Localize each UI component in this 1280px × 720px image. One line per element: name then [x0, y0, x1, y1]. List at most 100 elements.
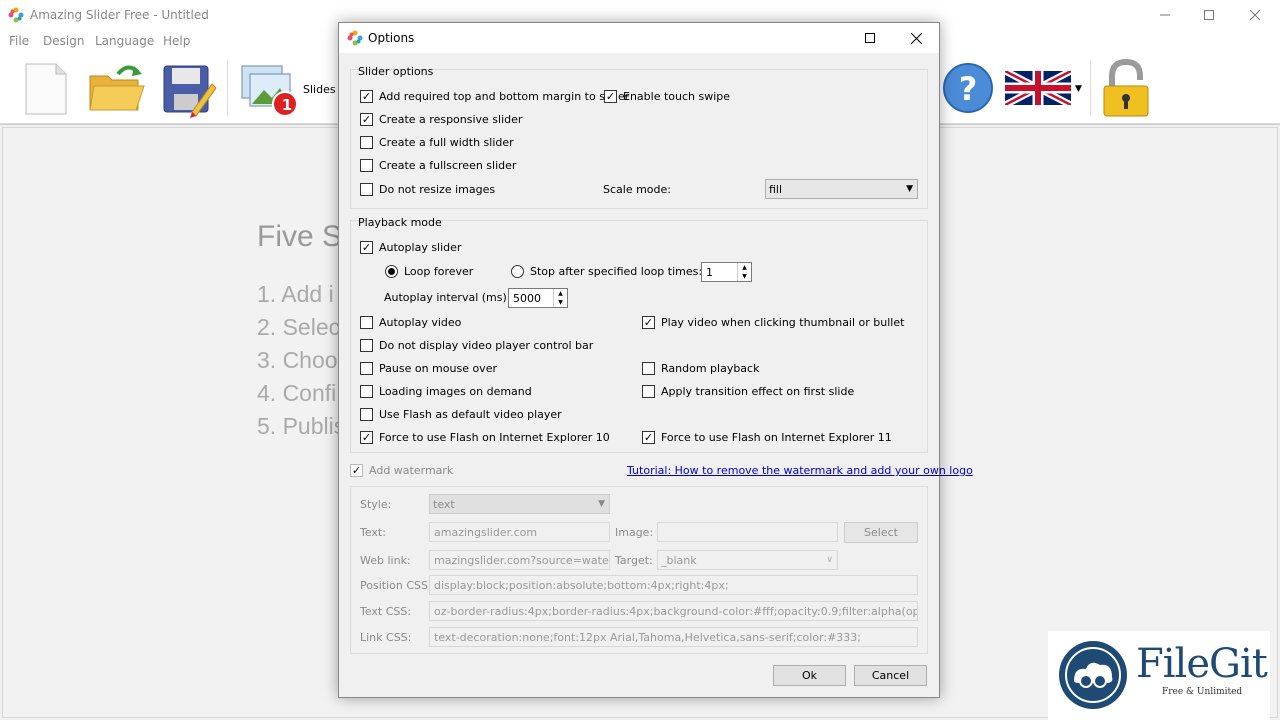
checkbox-box[interactable] [360, 316, 373, 329]
checkbox-label: Apply transition effect on first slide [661, 385, 855, 398]
text-label: Text: [360, 526, 386, 539]
scale-mode-value: fill [769, 182, 783, 196]
flash-ie11-checkbox[interactable]: Force to use Flash on Internet Explorer … [642, 431, 892, 444]
checkbox-label: Autoplay slider [379, 241, 462, 254]
checkbox-label: Do not resize images [379, 183, 496, 196]
spinner-arrows-icon[interactable]: ▲ ▼ [737, 263, 751, 281]
radio-button[interactable] [511, 265, 524, 278]
add-watermark-checkbox[interactable]: Add watermark [350, 464, 453, 477]
ok-button[interactable]: Ok [773, 665, 846, 686]
transition-first-checkbox[interactable]: Apply transition effect on first slide [642, 385, 854, 398]
checkbox-box[interactable] [360, 241, 373, 254]
checkbox-label: Pause on mouse over [379, 362, 497, 375]
step-item: 5. Publis [257, 413, 346, 439]
stop-after-radio[interactable]: Stop after specified loop times: [511, 265, 702, 278]
select-image-button[interactable]: Select [844, 522, 918, 543]
checkbox-box[interactable] [642, 316, 655, 329]
flash-ie10-checkbox[interactable]: Force to use Flash on Internet Explorer … [360, 431, 610, 444]
checkbox-label: Force to use Flash on Internet Explorer … [379, 431, 610, 444]
dialog-maximize-icon[interactable] [847, 23, 893, 53]
cancel-button[interactable]: Cancel [854, 665, 927, 686]
loop-times-spinner[interactable]: 1 ▲ ▼ [701, 262, 752, 282]
spinner-arrows-icon[interactable]: ▲ ▼ [553, 289, 567, 307]
checkbox-label: Add watermark [369, 464, 454, 477]
touch-swipe-checkbox[interactable]: Enable touch swipe [604, 90, 730, 103]
responsive-checkbox[interactable]: Create a responsive slider [360, 113, 522, 126]
loop-forever-radio[interactable]: Loop forever [385, 265, 473, 278]
checkbox-box[interactable] [360, 159, 373, 172]
checkbox-label: Do not display video player control bar [379, 339, 594, 352]
link-css-field[interactable]: text-decoration:none;font:12px Arial,Tah… [429, 627, 918, 647]
target-label: Target: [615, 554, 653, 567]
radio-button[interactable] [385, 265, 398, 278]
step-item: 4. Confi [257, 380, 337, 406]
checkbox-box[interactable] [360, 113, 373, 126]
checkbox-box[interactable] [642, 385, 655, 398]
play-video-click-checkbox[interactable]: Play video when clicking thumbnail or bu… [642, 316, 904, 329]
uk-flag-icon[interactable] [1005, 71, 1071, 105]
menu-file[interactable]: File [9, 34, 29, 48]
checkbox-label: Create a responsive slider [379, 113, 523, 126]
save-icon[interactable] [162, 62, 218, 118]
checkbox-box[interactable] [642, 431, 655, 444]
pause-hover-checkbox[interactable]: Pause on mouse over [360, 362, 497, 375]
playback-mode-label: Playback mode [358, 216, 442, 229]
dialog-title: Options [368, 31, 415, 45]
checkbox-label: Autoplay video [379, 316, 462, 329]
loop-times-value: 1 [706, 265, 713, 279]
menu-help[interactable]: Help [163, 34, 190, 48]
checkbox-box[interactable] [360, 339, 373, 352]
language-dropdown-icon[interactable]: ▼ [1075, 84, 1082, 94]
checkbox-box[interactable] [360, 136, 373, 149]
autoplay-slider-checkbox[interactable]: Autoplay slider [360, 241, 461, 254]
use-flash-checkbox[interactable]: Use Flash as default video player [360, 408, 562, 421]
tutorial-link[interactable]: Tutorial: How to remove the watermark an… [627, 464, 973, 477]
open-folder-icon[interactable] [88, 62, 146, 114]
minimize-icon[interactable] [1142, 0, 1188, 30]
checkbox-box[interactable] [360, 385, 373, 398]
weblink-field[interactable]: mazingslider.com?source=watermark [429, 550, 610, 570]
scale-mode-select[interactable]: fill ▼ [765, 179, 918, 199]
style-select[interactable]: text ▼ [429, 494, 610, 514]
maximize-icon[interactable] [1186, 0, 1232, 30]
checkbox-box[interactable] [360, 362, 373, 375]
image-field[interactable] [657, 522, 838, 542]
workspace-steps: 1. Add i 2. Selec 3. Choo 4. Confi 5. Pu… [257, 278, 345, 443]
checkbox-label: Create a full width slider [379, 136, 514, 149]
chevron-down-icon: ▼ [598, 499, 605, 509]
random-playback-checkbox[interactable]: Random playback [642, 362, 759, 375]
lock-icon[interactable] [1100, 58, 1154, 120]
full-width-checkbox[interactable]: Create a full width slider [360, 136, 514, 149]
text-field[interactable]: amazingslider.com [429, 522, 610, 542]
checkbox-box[interactable] [360, 408, 373, 421]
checkbox-label: Loading images on demand [379, 385, 532, 398]
checkbox-box[interactable] [360, 183, 373, 196]
checkbox-label: Force to use Flash on Internet Explorer … [661, 431, 892, 444]
target-select[interactable]: _blank ∨ [657, 550, 838, 570]
checkbox-box[interactable] [360, 90, 373, 103]
autoplay-video-checkbox[interactable]: Autoplay video [360, 316, 461, 329]
interval-spinner[interactable]: 5000 ▲ ▼ [508, 288, 568, 308]
interval-value: 5000 [513, 291, 541, 305]
no-control-bar-checkbox[interactable]: Do not display video player control bar [360, 339, 593, 352]
close-icon[interactable] [1232, 0, 1278, 30]
position-css-field[interactable]: display:block;position:absolute;bottom:4… [429, 575, 918, 595]
step-item: 2. Selec [257, 314, 341, 340]
slider-options-label: Slider options [358, 65, 434, 78]
dialog-close-icon[interactable] [893, 23, 939, 53]
text-css-field[interactable]: oz-border-radius:4px;border-radius:4px;b… [429, 601, 918, 621]
menu-language[interactable]: Language [95, 34, 154, 48]
checkbox-box[interactable] [350, 464, 363, 477]
weblink-label: Web link: [360, 554, 411, 567]
checkbox-box[interactable] [642, 362, 655, 375]
no-resize-checkbox[interactable]: Do not resize images [360, 183, 495, 196]
checkbox-label: Add required top and bottom margin to sl… [379, 90, 630, 103]
loading-demand-checkbox[interactable]: Loading images on demand [360, 385, 532, 398]
fullscreen-checkbox[interactable]: Create a fullscreen slider [360, 159, 516, 172]
help-icon[interactable]: ? [942, 60, 998, 116]
menu-design[interactable]: Design [43, 34, 84, 48]
checkbox-box[interactable] [360, 431, 373, 444]
add-margin-checkbox[interactable]: Add required top and bottom margin to sl… [360, 90, 629, 103]
new-file-icon[interactable] [24, 62, 68, 116]
checkbox-box[interactable] [604, 90, 617, 103]
